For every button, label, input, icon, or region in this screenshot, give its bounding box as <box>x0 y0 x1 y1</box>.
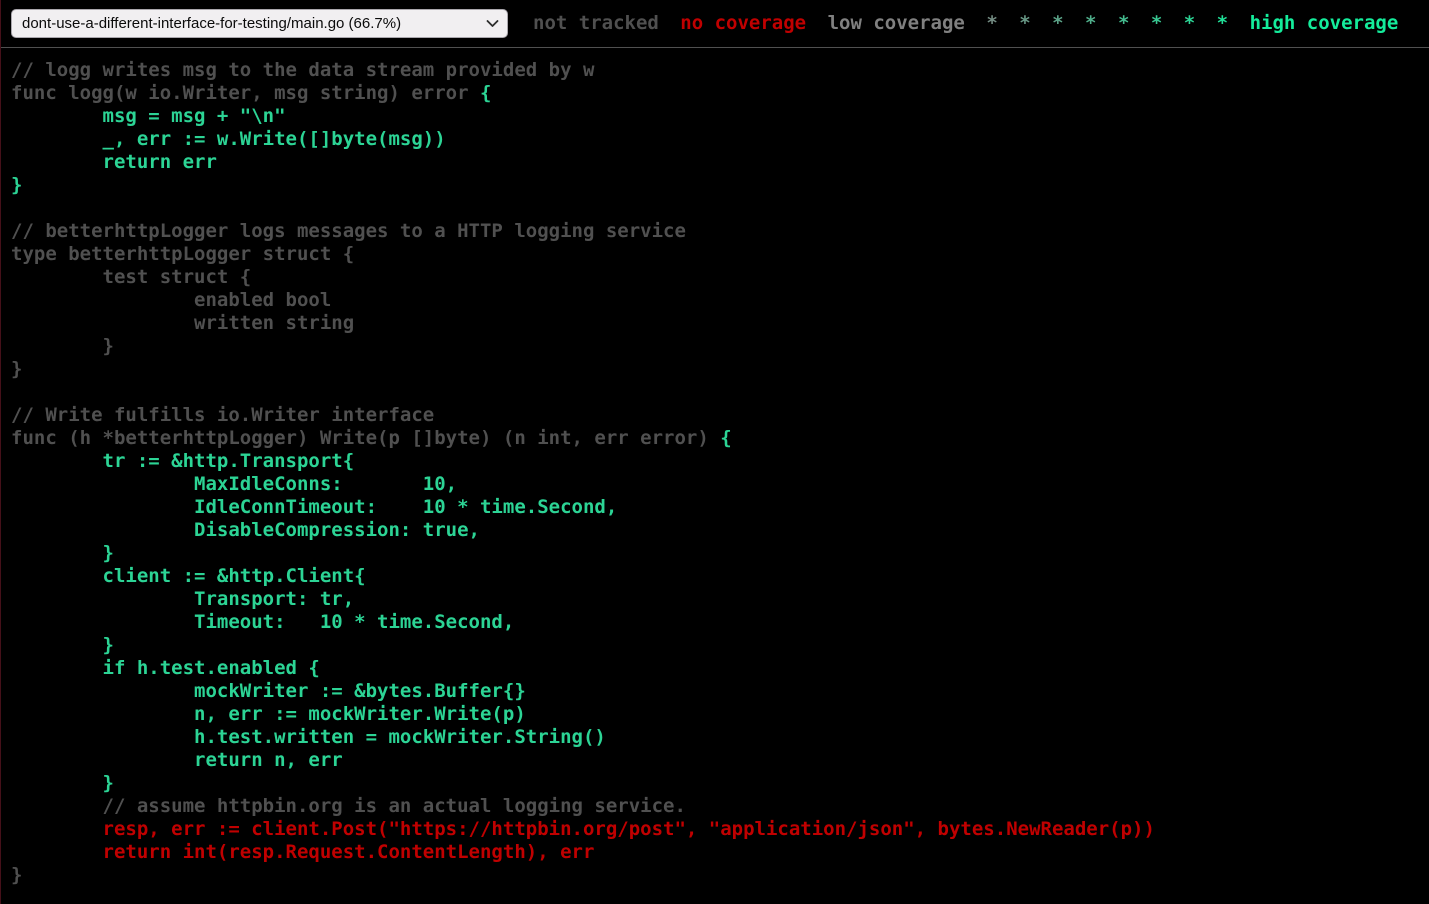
code-segment: func logg(w io.Writer, msg string) error <box>11 82 480 104</box>
legend-coverage-step-9: * <box>1217 12 1228 34</box>
code-segment: } <box>11 634 114 656</box>
legend-coverage-step-4: * <box>1052 12 1063 34</box>
code-segment: } <box>11 542 114 564</box>
content: // logg writes msg to the data stream pr… <box>1 59 1429 887</box>
coverage-report-page: { "topbar": { "file_select": { "selected… <box>0 0 1429 904</box>
code-segment: func (h *betterhttpLogger) Write(p []byt… <box>11 427 720 449</box>
code-segment: written string <box>11 312 354 334</box>
code-segment: type betterhttpLogger struct { <box>11 243 354 265</box>
code-segment: test struct { <box>11 266 251 288</box>
code-segment: } <box>11 772 114 794</box>
code-segment: Transport: tr, <box>11 588 354 610</box>
legend-coverage-step-2: * <box>986 12 997 34</box>
code-segment: enabled bool <box>11 289 331 311</box>
code-segment: return err <box>11 151 217 173</box>
file-select[interactable]: dont-use-a-different-interface-for-testi… <box>11 9 508 38</box>
legend-no-coverage: no coverage <box>680 12 806 34</box>
code-segment: // Write fulfills io.Writer interface <box>11 404 434 426</box>
code-segment: MaxIdleConns: 10, <box>11 473 457 495</box>
legend-coverage-step-7: * <box>1151 12 1162 34</box>
code-segment: mockWriter := &bytes.Buffer{} <box>11 680 526 702</box>
file-navigator: dont-use-a-different-interface-for-testi… <box>11 9 508 38</box>
code-segment: return int(resp.Request.ContentLength), … <box>11 841 594 863</box>
coverage-legend: not tracked no coverage low coverage * *… <box>528 12 1403 35</box>
code-segment: IdleConnTimeout: 10 * time.Second, <box>11 496 617 518</box>
code-segment: resp, err := client.Post("https://httpbi… <box>11 818 1155 840</box>
code-segment: _, err := w.Write([]byte(msg)) <box>11 128 446 150</box>
code-segment: msg = msg + "\n" <box>11 105 286 127</box>
legend-coverage-step-6: * <box>1118 12 1129 34</box>
code-segment: } <box>11 335 114 357</box>
code-segment: n, err := mockWriter.Write(p) <box>11 703 526 725</box>
code-segment: tr := &http.Transport{ <box>11 450 354 472</box>
legend-low-coverage: low coverage <box>828 12 965 34</box>
legend-coverage-step-8: * <box>1184 12 1195 34</box>
code-segment: // assume httpbin.org is an actual loggi… <box>11 795 686 817</box>
code-segment: } <box>11 864 22 886</box>
code-segment: h.test.written = mockWriter.String() <box>11 726 606 748</box>
legend-not-tracked: not tracked <box>533 12 659 34</box>
code-segment: } <box>11 174 22 196</box>
code-segment: { <box>480 82 491 104</box>
code-segment: { <box>720 427 731 449</box>
legend-coverage-step-3: * <box>1019 12 1030 34</box>
topbar: dont-use-a-different-interface-for-testi… <box>1 0 1429 48</box>
legend-high-coverage: high coverage <box>1250 12 1399 34</box>
code-segment: // logg writes msg to the data stream pr… <box>11 59 594 81</box>
code-segment: return n, err <box>11 749 343 771</box>
legend-coverage-step-5: * <box>1085 12 1096 34</box>
code-segment: client := &http.Client{ <box>11 565 366 587</box>
code-segment: DisableCompression: true, <box>11 519 480 541</box>
code-segment: } <box>11 358 22 380</box>
code-segment: Timeout: 10 * time.Second, <box>11 611 514 633</box>
code-view: // logg writes msg to the data stream pr… <box>11 59 1429 887</box>
code-segment: // betterhttpLogger logs messages to a H… <box>11 220 686 242</box>
code-segment: if h.test.enabled { <box>11 657 320 679</box>
